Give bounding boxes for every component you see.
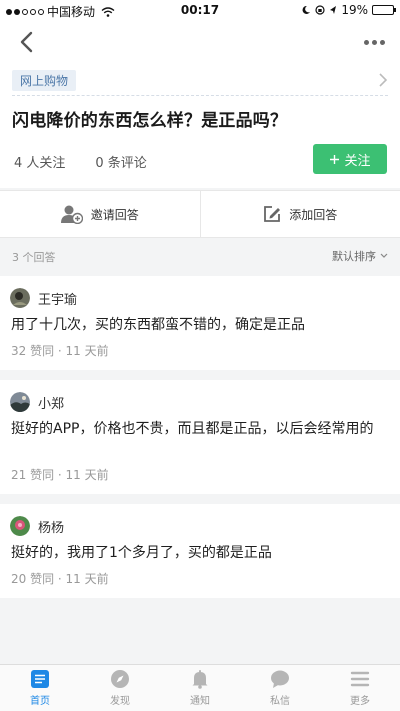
author-name[interactable]: 小郑 xyxy=(38,393,64,412)
answer-time: 11 天前 xyxy=(65,572,109,586)
location-icon xyxy=(330,6,337,14)
tab-notifications[interactable]: 通知 xyxy=(160,665,240,711)
plus-icon xyxy=(330,154,340,164)
answer-meta: 32 赞同 · 11 天前 xyxy=(11,344,109,358)
bottom-tab-bar: 首页 发现 通知 私信 更多 xyxy=(0,664,400,711)
back-button[interactable] xyxy=(12,28,40,56)
answer-text: 用了十几次，买的东西都蛮不错的，确定是正品 xyxy=(11,317,305,333)
avatar[interactable] xyxy=(10,288,30,308)
more-options-button[interactable] xyxy=(360,28,388,56)
menu-icon xyxy=(350,671,370,687)
tab-more[interactable]: 更多 xyxy=(320,665,400,711)
answer-card[interactable]: 王宇瑜 用了十几次，买的东西都蛮不错的，确定是正品 32 赞同 · 11 天前 xyxy=(0,276,400,370)
nav-bar xyxy=(0,20,400,64)
avatar[interactable] xyxy=(10,516,30,536)
answer-time: 11 天前 xyxy=(65,468,109,482)
action-row: 邀请回答 添加回答 xyxy=(0,190,400,238)
tab-label: 通知 xyxy=(190,696,210,707)
question-header: 网上购物 闪电降价的东西怎么样？是正品吗？ 4 人关注 0 条评论 关注 xyxy=(0,64,400,188)
question-stats: 4 人关注 0 条评论 xyxy=(14,152,147,171)
lock-rotation-icon xyxy=(315,5,325,15)
answer-card[interactable]: 小郑 挺好的APP，价格也不贵，而且都是正品，以后会经常用的 21 赞同 · 1… xyxy=(0,380,400,494)
add-answer-label: 添加回答 xyxy=(289,207,338,222)
invite-user-icon xyxy=(60,205,83,224)
chevron-down-icon xyxy=(380,253,388,258)
followers-count[interactable]: 4 人关注 xyxy=(14,152,65,171)
message-icon xyxy=(271,670,289,688)
answer-author[interactable]: 王宇瑜 xyxy=(10,288,77,308)
invite-answer-label: 邀请回答 xyxy=(90,207,139,222)
edit-icon xyxy=(264,206,281,222)
tab-label: 更多 xyxy=(350,696,370,707)
tab-discover[interactable]: 发现 xyxy=(80,665,160,711)
add-answer-button[interactable]: 添加回答 xyxy=(199,191,400,237)
answer-author[interactable]: 小郑 xyxy=(10,392,64,412)
like-count: 32 赞同 xyxy=(11,344,55,358)
answers-count: 3 个回答 xyxy=(12,251,56,264)
topic-row[interactable]: 网上购物 xyxy=(12,70,388,96)
question-title: 闪电降价的东西怎么样？是正品吗？ xyxy=(12,111,288,131)
follow-button[interactable]: 关注 xyxy=(313,144,387,174)
author-name[interactable]: 杨杨 xyxy=(38,517,64,536)
chevron-left-icon xyxy=(20,31,33,53)
status-right: 19% xyxy=(301,3,396,17)
like-count: 21 赞同 xyxy=(11,468,55,482)
answer-author[interactable]: 杨杨 xyxy=(10,516,64,536)
compass-icon xyxy=(111,670,129,688)
sort-label: 默认排序 xyxy=(332,250,376,263)
battery-percent: 19% xyxy=(341,3,368,17)
answer-card[interactable]: 杨杨 挺好的，我用了1个多月了，买的都是正品 20 赞同 · 11 天前 xyxy=(0,504,400,598)
comments-count[interactable]: 0 条评论 xyxy=(95,152,146,171)
like-count: 20 赞同 xyxy=(11,572,55,586)
home-icon xyxy=(31,670,49,688)
answer-meta: 20 赞同 · 11 天前 xyxy=(11,572,109,586)
answer-meta: 21 赞同 · 11 天前 xyxy=(11,468,109,482)
chevron-right-icon xyxy=(379,73,388,87)
tab-label: 首页 xyxy=(30,696,50,707)
tab-messages[interactable]: 私信 xyxy=(240,665,320,711)
answer-time: 11 天前 xyxy=(65,344,109,358)
tab-label: 发现 xyxy=(110,696,130,707)
battery-icon xyxy=(372,5,396,15)
topic-tag[interactable]: 网上购物 xyxy=(12,70,77,91)
answer-text: 挺好的，我用了1个多月了，买的都是正品 xyxy=(11,545,272,561)
avatar[interactable] xyxy=(10,392,30,412)
sort-button[interactable]: 默认排序 xyxy=(332,248,388,264)
answers-bar: 3 个回答 默认排序 xyxy=(0,240,400,272)
answer-text: 挺好的APP，价格也不贵，而且都是正品，以后会经常用的 xyxy=(11,421,374,437)
tab-home[interactable]: 首页 xyxy=(0,665,80,711)
tab-label: 私信 xyxy=(270,696,290,707)
follow-label: 关注 xyxy=(344,153,371,169)
moon-icon xyxy=(302,5,311,14)
bell-icon xyxy=(192,670,208,689)
author-name[interactable]: 王宇瑜 xyxy=(38,289,77,308)
invite-answer-button[interactable]: 邀请回答 xyxy=(0,191,200,237)
status-bar: 中国移动 00:17 19% xyxy=(0,0,400,20)
